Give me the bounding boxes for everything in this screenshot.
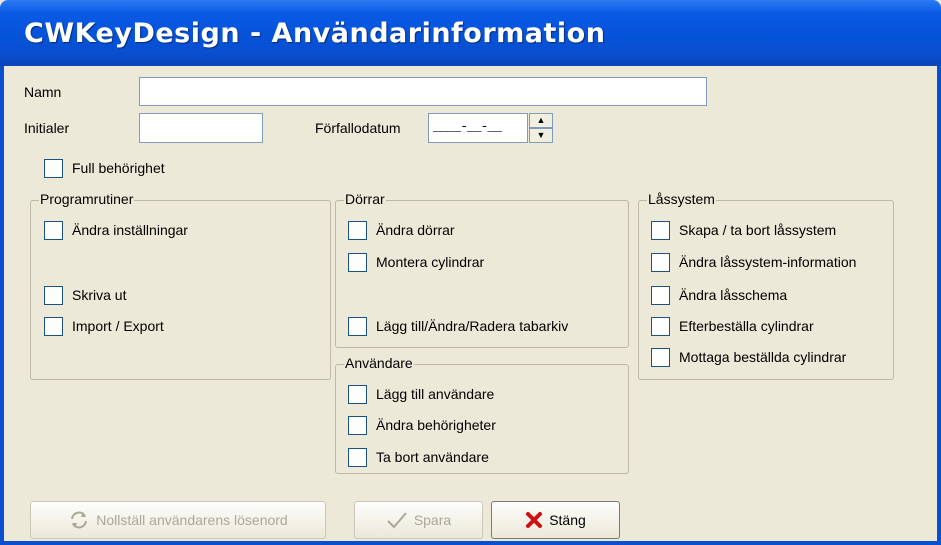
tab-archive-checkbox[interactable] bbox=[348, 317, 367, 336]
window-title: CWKeyDesign - Användarinformation bbox=[24, 18, 606, 49]
refresh-arrows-icon bbox=[68, 509, 90, 531]
edit-settings-label: Ändra inställningar bbox=[72, 222, 188, 238]
name-field[interactable] bbox=[139, 77, 707, 106]
edit-doors-label: Ändra dörrar bbox=[376, 222, 455, 238]
print-label: Skriva ut bbox=[72, 287, 127, 303]
reset-password-label: Nollställ användarens lösenord bbox=[96, 512, 288, 528]
import-export-label: Import / Export bbox=[72, 318, 164, 334]
tab-archive-label: Lägg till/Ändra/Radera tabarkiv bbox=[376, 318, 569, 334]
edit-locksystem-info-label: Ändra låssystem-information bbox=[679, 254, 857, 270]
group-dorrar-title: Dörrar bbox=[344, 191, 386, 207]
expiry-date-value: ____-__-__ bbox=[433, 119, 502, 134]
close-label: Stäng bbox=[549, 512, 586, 528]
add-user-checkbox[interactable] bbox=[348, 385, 367, 404]
checkmark-icon bbox=[386, 510, 408, 530]
spin-down-icon[interactable]: ▼ bbox=[529, 128, 553, 143]
expiry-date-field[interactable]: ____-__-__ bbox=[428, 113, 528, 143]
create-remove-locksystem-checkbox[interactable] bbox=[651, 221, 670, 240]
initials-field[interactable] bbox=[139, 113, 263, 143]
group-lassystem-title: Låssystem bbox=[647, 191, 716, 207]
import-export-checkbox[interactable] bbox=[44, 317, 63, 336]
window-frame-right bbox=[937, 66, 941, 545]
reorder-cylinders-label: Efterbeställa cylindrar bbox=[679, 318, 814, 334]
mount-cylinders-checkbox[interactable] bbox=[348, 253, 367, 272]
window-frame-bottom bbox=[0, 541, 941, 545]
edit-settings-checkbox[interactable] bbox=[44, 221, 63, 240]
receive-cylinders-label: Mottaga beställda cylindrar bbox=[679, 349, 847, 365]
group-programrutiner-title: Programrutiner bbox=[39, 191, 135, 207]
red-x-icon bbox=[525, 511, 543, 529]
reset-password-button[interactable]: Nollställ användarens lösenord bbox=[30, 501, 326, 539]
remove-user-label: Ta bort användare bbox=[376, 449, 489, 465]
remove-user-checkbox[interactable] bbox=[348, 448, 367, 467]
close-button[interactable]: Stäng bbox=[491, 501, 620, 539]
receive-cylinders-checkbox[interactable] bbox=[651, 348, 670, 367]
name-label: Namn bbox=[24, 84, 62, 100]
save-label: Spara bbox=[413, 512, 452, 528]
add-user-label: Lägg till användare bbox=[376, 386, 495, 402]
mount-cylinders-label: Montera cylindrar bbox=[376, 254, 485, 270]
edit-permissions-label: Ändra behörigheter bbox=[376, 417, 496, 433]
print-checkbox[interactable] bbox=[44, 286, 63, 305]
window-frame-left bbox=[0, 66, 4, 545]
edit-lock-schedule-checkbox[interactable] bbox=[651, 286, 670, 305]
save-button[interactable]: Spara bbox=[354, 501, 483, 539]
edit-locksystem-info-checkbox[interactable] bbox=[651, 253, 670, 272]
group-anvandare-title: Användare bbox=[344, 355, 414, 371]
expiry-date-spinner[interactable]: ▲ ▼ bbox=[529, 113, 553, 143]
title-bar[interactable]: CWKeyDesign - Användarinformation bbox=[0, 0, 941, 66]
spin-up-icon[interactable]: ▲ bbox=[529, 113, 553, 128]
reorder-cylinders-checkbox[interactable] bbox=[651, 317, 670, 336]
full-access-label: Full behörighet bbox=[72, 160, 165, 176]
edit-doors-checkbox[interactable] bbox=[348, 221, 367, 240]
expiry-date-label: Förfallodatum bbox=[315, 120, 401, 136]
initials-label: Initialer bbox=[24, 120, 70, 136]
full-access-checkbox[interactable] bbox=[44, 159, 63, 178]
edit-lock-schedule-label: Ändra låsschema bbox=[679, 287, 788, 303]
edit-permissions-checkbox[interactable] bbox=[348, 416, 367, 435]
create-remove-locksystem-label: Skapa / ta bort låssystem bbox=[679, 222, 837, 238]
dialog-window: CWKeyDesign - Användarinformation Namn I… bbox=[0, 0, 941, 545]
